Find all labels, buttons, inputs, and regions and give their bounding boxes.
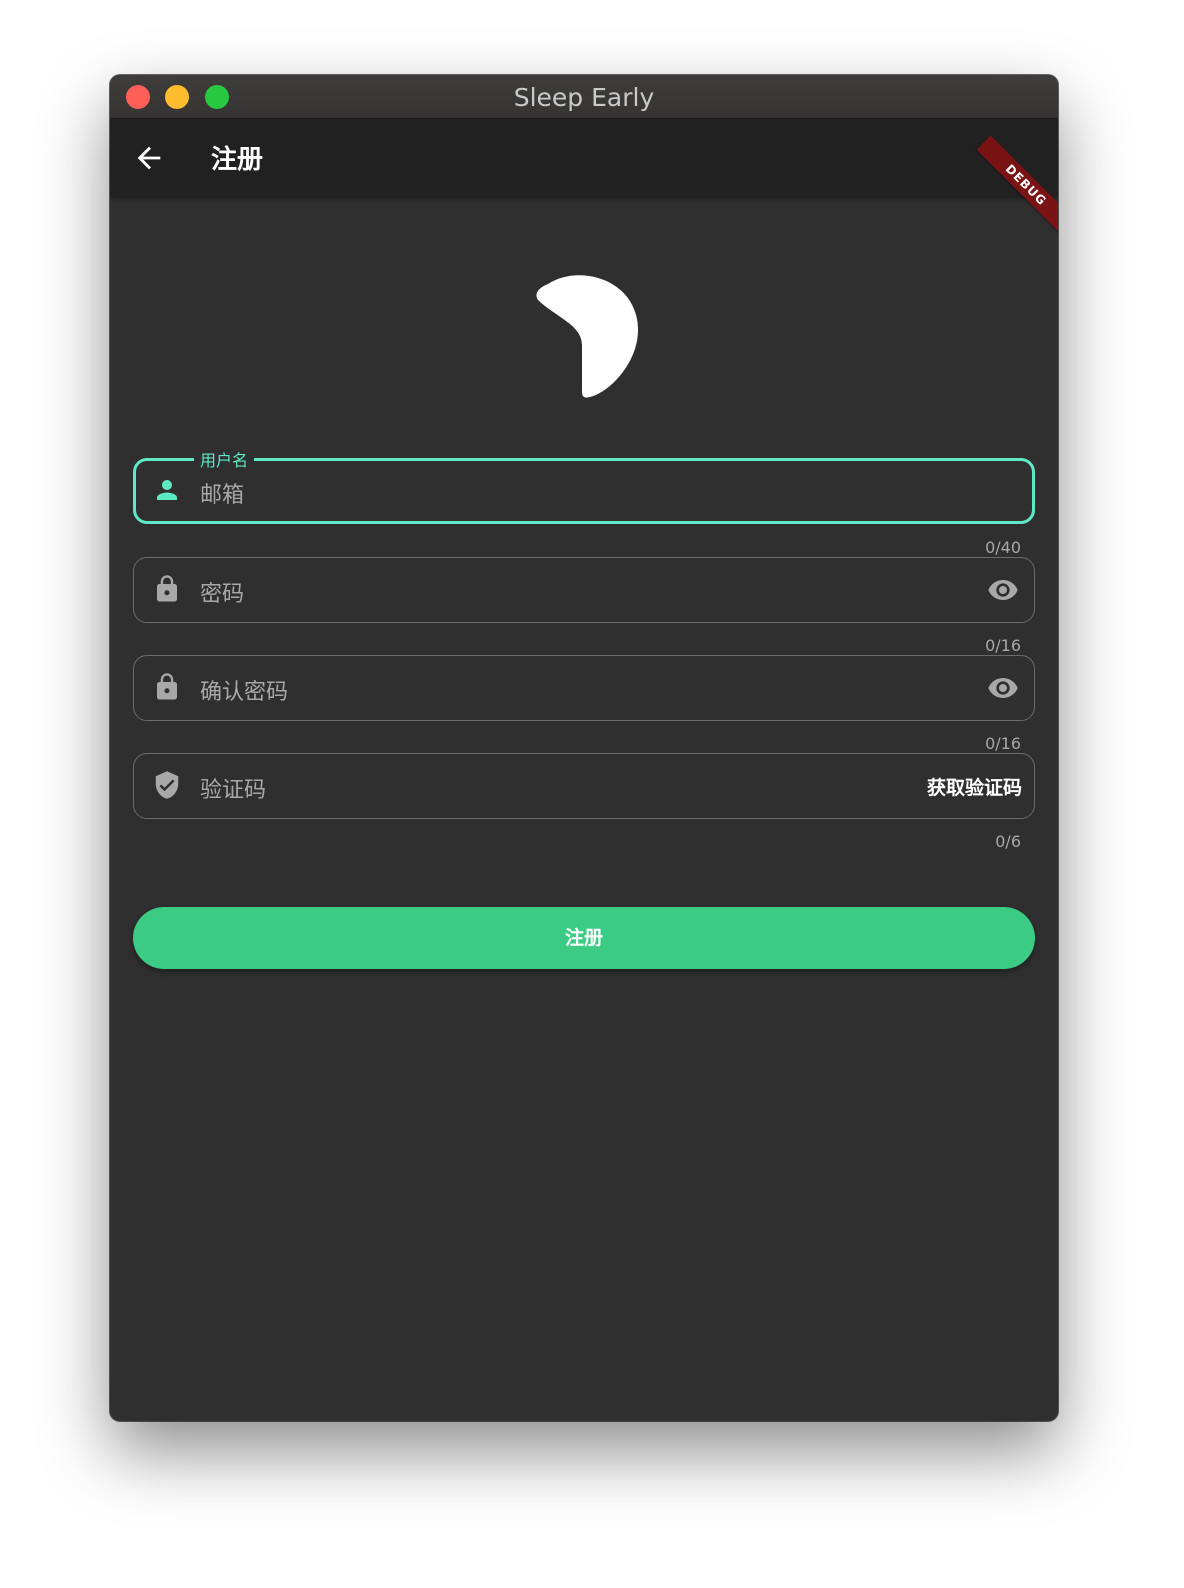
username-counter: 0/40 bbox=[985, 538, 1021, 557]
password-counter: 0/16 bbox=[985, 636, 1021, 655]
register-button[interactable]: 注册 bbox=[133, 907, 1035, 969]
window-title: Sleep Early bbox=[513, 83, 655, 112]
confirm-password-field[interactable]: 确认密码 bbox=[133, 655, 1035, 721]
lock-icon bbox=[157, 575, 177, 602]
back-button[interactable] bbox=[132, 141, 166, 175]
app-window: Sleep Early 注册 DEBUG 用户名 邮箱 0/40 密码 0/16 bbox=[110, 75, 1058, 1421]
verification-code-placeholder: 验证码 bbox=[200, 778, 267, 803]
verification-code-field[interactable]: 验证码 获取验证码 bbox=[133, 753, 1035, 819]
eye-icon[interactable] bbox=[986, 672, 1020, 704]
arrow-back-icon bbox=[137, 146, 161, 170]
window-titlebar[interactable]: Sleep Early bbox=[110, 75, 1058, 119]
app-bar: 注册 DEBUG bbox=[110, 119, 1058, 235]
get-verification-code-button[interactable]: 获取验证码 bbox=[927, 773, 1022, 800]
password-placeholder: 密码 bbox=[200, 582, 245, 607]
username-label: 用户名 bbox=[194, 447, 255, 471]
debug-banner: DEBUG bbox=[976, 135, 1058, 235]
username-placeholder: 邮箱 bbox=[200, 483, 245, 508]
page-title: 注册 bbox=[211, 145, 264, 175]
username-field[interactable]: 用户名 邮箱 bbox=[133, 447, 1035, 524]
password-field[interactable]: 密码 bbox=[133, 557, 1035, 623]
confirm-password-placeholder: 确认密码 bbox=[200, 680, 289, 705]
verification-code-counter: 0/6 bbox=[995, 832, 1021, 851]
confirm-password-counter: 0/16 bbox=[985, 734, 1021, 753]
shield-check-icon bbox=[155, 771, 179, 799]
crescent-moon-logo bbox=[536, 275, 639, 398]
eye-icon[interactable] bbox=[986, 574, 1020, 606]
lock-icon bbox=[157, 673, 177, 700]
person-icon bbox=[157, 480, 177, 500]
